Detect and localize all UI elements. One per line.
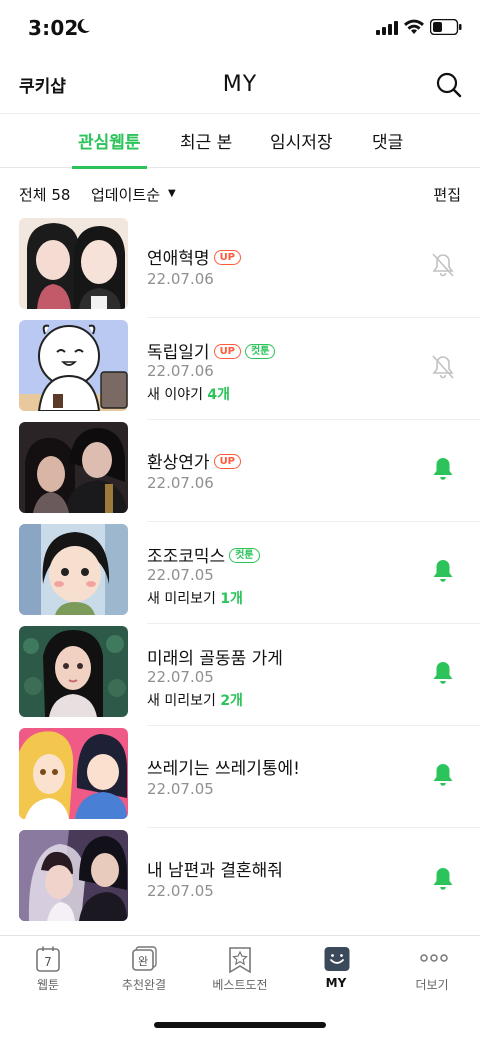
webtoon-title-text: 미래의 골동품 가게 [147, 649, 283, 669]
tab-bar: 관심웹툰 최근 본 임시저장 댓글 [0, 114, 480, 169]
nav-my[interactable]: MY [288, 936, 384, 1006]
list-toolbar: 전체 58 업데이트순 ▼ 편집 [0, 168, 480, 216]
nav-label: 더보기 [415, 978, 449, 992]
list-item[interactable]: 환상연가 UP 22.07.06 [0, 420, 480, 522]
new-episodes-count: 4개 [207, 387, 231, 403]
svg-text:완: 완 [138, 955, 148, 968]
up-badge: UP [213, 249, 242, 265]
bell-off-icon[interactable] [431, 354, 455, 384]
bell-icon[interactable] [431, 866, 455, 896]
nav-recommended-completed[interactable]: 완 추천완결 [96, 936, 192, 1006]
nav-best-challenge[interactable]: 베스트도전 [192, 936, 288, 1006]
thumbnail-image [19, 728, 128, 819]
wifi-icon [403, 18, 425, 39]
update-date: 22.07.05 [147, 566, 214, 584]
tab-recent[interactable]: 최근 본 [180, 128, 232, 168]
search-icon[interactable] [436, 72, 462, 102]
thumbnail-image [19, 422, 128, 513]
page-title: MY [222, 72, 258, 97]
new-preview-info: 새 미리보기 2개 [147, 690, 243, 710]
webtoon-title-text: 독립일기 [147, 343, 210, 363]
completed-icon: 완 [132, 946, 158, 976]
cuttoon-badge: 컷툰 [245, 343, 276, 359]
webtoon-title-text: 조조코믹스 [147, 547, 226, 567]
bell-icon[interactable] [431, 558, 455, 588]
thumbnail-image [19, 830, 128, 921]
nav-label: MY [325, 976, 347, 990]
webtoon-title: 쓰레기는 쓰레기통에! [147, 754, 300, 779]
nav-label: 웹툰 [36, 978, 60, 992]
new-episodes-label: 새 이야기 [147, 387, 208, 403]
sort-dropdown[interactable]: 업데이트순 [91, 184, 160, 205]
moon-icon [74, 17, 92, 39]
new-preview-count: 1개 [220, 591, 243, 607]
update-date: 22.07.05 [147, 780, 214, 798]
nav-label: 추천완결 [121, 978, 167, 992]
list-item[interactable]: 조조코믹스 컷툰 22.07.05 새 미리보기 1개 [0, 522, 480, 624]
calendar-icon: 7 [36, 946, 60, 976]
cuttoon-badge: 컷툰 [229, 547, 260, 563]
up-badge: UP [213, 343, 242, 359]
list-item[interactable]: 내 남편과 결혼해줘 22.07.05 [0, 828, 480, 930]
thumbnail-image [19, 218, 128, 309]
bell-icon[interactable] [431, 762, 455, 792]
webtoon-title: 조조코믹스 컷툰 [147, 542, 260, 567]
svg-text:7: 7 [44, 955, 52, 969]
tab-comments[interactable]: 댓글 [372, 128, 403, 168]
tab-temp-saved[interactable]: 임시저장 [270, 128, 333, 168]
update-date: 22.07.05 [147, 668, 214, 686]
webtoon-title-text: 연애혁명 [147, 249, 210, 269]
webtoon-title: 미래의 골동품 가게 [147, 644, 283, 669]
nav-label: 베스트도전 [212, 978, 268, 992]
new-preview-count: 2개 [220, 693, 243, 709]
my-icon [324, 946, 350, 976]
bell-icon[interactable] [431, 456, 455, 486]
webtoon-title-text: 환상연가 [147, 453, 210, 473]
nav-webtoon[interactable]: 7 웹툰 [0, 936, 96, 1006]
new-preview-label: 새 미리보기 [147, 591, 221, 607]
new-preview-info: 새 미리보기 1개 [147, 588, 243, 608]
signal-icon [376, 20, 398, 39]
new-preview-label: 새 미리보기 [147, 693, 221, 709]
update-date: 22.07.06 [147, 474, 214, 492]
webtoon-title: 독립일기 UP 컷툰 [147, 338, 276, 363]
thumbnail-image [19, 626, 128, 717]
update-date: 22.07.06 [147, 270, 214, 288]
bell-icon[interactable] [431, 660, 455, 690]
up-badge: UP [213, 453, 242, 469]
webtoon-title: 환상연가 UP [147, 448, 242, 473]
more-icon [420, 946, 448, 976]
thumbnail-image [19, 320, 128, 411]
list-item[interactable]: 연애혁명 UP 22.07.06 [0, 216, 480, 318]
webtoon-title: 연애혁명 UP [147, 244, 242, 269]
top-header: 쿠키샵 MY [0, 58, 480, 114]
star-icon [228, 946, 252, 978]
list-item[interactable]: 미래의 골동품 가게 22.07.05 새 미리보기 2개 [0, 624, 480, 726]
update-date: 22.07.06 [147, 362, 214, 380]
update-date: 22.07.05 [147, 882, 214, 900]
webtoon-title-text: 내 남편과 결혼해줘 [147, 861, 283, 881]
list-item[interactable]: 쓰레기는 쓰레기통에! 22.07.05 [0, 726, 480, 828]
webtoon-title: 내 남편과 결혼해줘 [147, 856, 283, 881]
tab-favorite-webtoons[interactable]: 관심웹툰 [72, 128, 147, 169]
total-count: 전체 58 [19, 186, 71, 204]
battery-icon [429, 18, 462, 39]
status-bar: 3:02 [0, 0, 480, 58]
caret-down-icon[interactable]: ▼ [168, 188, 176, 199]
list-item[interactable]: 독립일기 UP 컷툰 22.07.06 새 이야기 4개 [0, 318, 480, 420]
webtoon-title-text: 쓰레기는 쓰레기통에! [147, 759, 300, 779]
new-episodes-info: 새 이야기 4개 [147, 384, 230, 404]
status-time: 3:02 [28, 16, 79, 40]
bell-off-icon[interactable] [431, 252, 455, 282]
thumbnail-image [19, 524, 128, 615]
home-indicator[interactable] [154, 1022, 326, 1028]
edit-button[interactable]: 편집 [433, 184, 461, 205]
nav-more[interactable]: 더보기 [384, 936, 480, 1006]
